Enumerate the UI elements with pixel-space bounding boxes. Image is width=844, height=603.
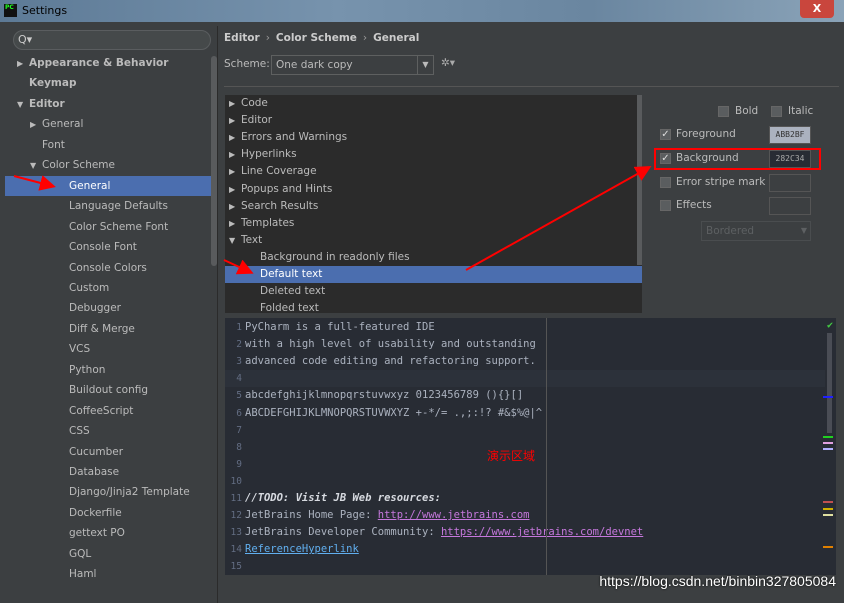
- annotation-arrows: [13, 166, 652, 275]
- arrow: [223, 259, 254, 275]
- arrow: [13, 175, 56, 191]
- watermark: https://blog.csdn.net/binbin327805084: [599, 573, 836, 589]
- arrow: [465, 166, 652, 271]
